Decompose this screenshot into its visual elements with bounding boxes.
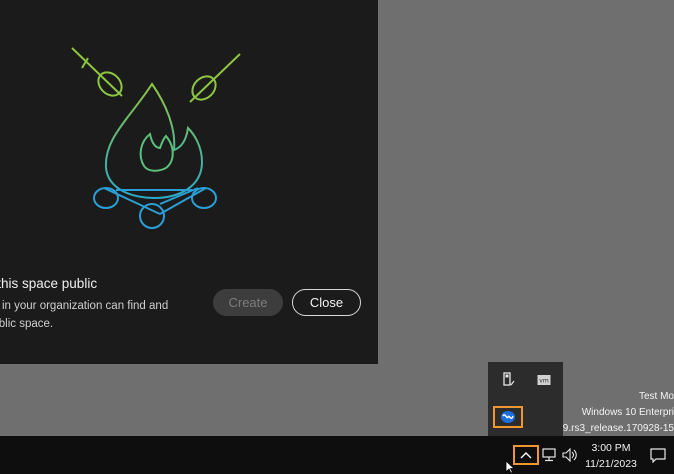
mouse-cursor-icon: [505, 460, 515, 474]
dialog-description: he in your organization can find and pub…: [0, 300, 169, 330]
dialog-title: e this space public: [0, 276, 98, 291]
hidden-icons-tray-popup: vm: [488, 362, 563, 436]
close-button[interactable]: Close: [292, 289, 361, 316]
svg-text:vm: vm: [539, 378, 549, 385]
taskbar: 3:00 PM 11/21/2023: [0, 436, 674, 474]
action-center-icon[interactable]: [649, 446, 667, 464]
create-button[interactable]: Create: [213, 289, 283, 316]
volume-icon[interactable]: [561, 446, 579, 464]
chevron-up-icon: [520, 452, 532, 459]
create-space-dialog: e this space public he in your organizat…: [0, 0, 378, 364]
vmware-tools-icon[interactable]: vm: [534, 370, 554, 390]
campfire-marshmallow-icon: [71, 47, 241, 229]
show-hidden-icons-button[interactable]: [513, 445, 539, 465]
usb-drive-icon[interactable]: [498, 370, 518, 390]
network-icon[interactable]: [540, 446, 558, 464]
taskbar-clock[interactable]: 3:00 PM 11/21/2023: [578, 440, 644, 472]
clock-date: 11/21/2023: [585, 458, 637, 470]
clock-time: 3:00 PM: [591, 442, 631, 454]
webex-icon[interactable]: [498, 407, 518, 427]
